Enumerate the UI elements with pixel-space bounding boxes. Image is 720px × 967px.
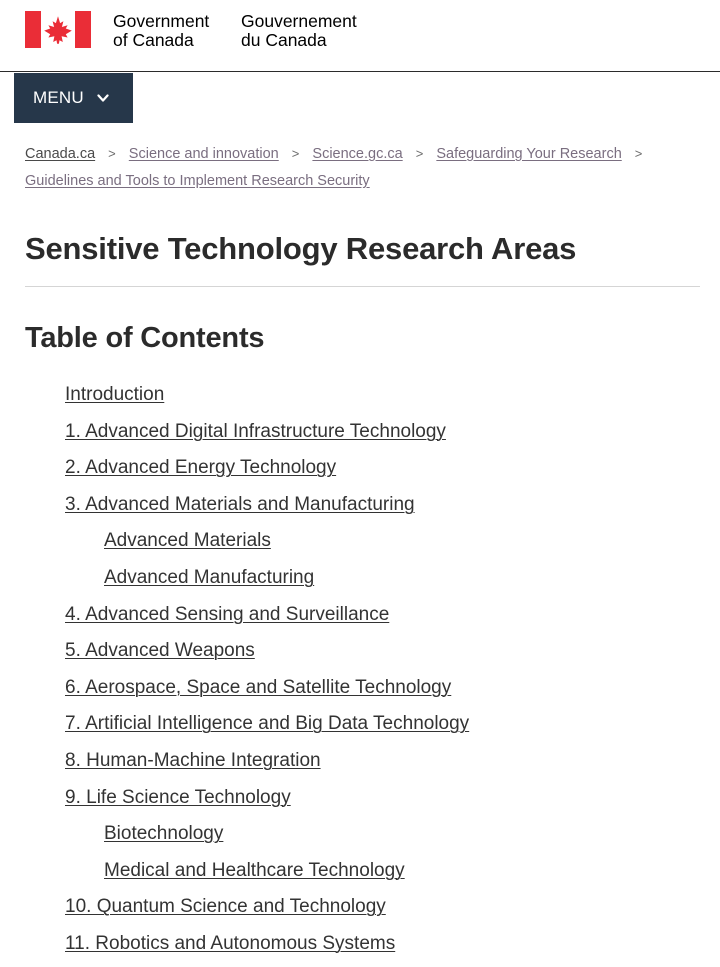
toc-link[interactable]: 1. Advanced Digital Infrastructure Techn… [65, 414, 446, 451]
list-item: 8. Human-Machine Integration [65, 743, 700, 780]
list-item: Advanced Materials [104, 523, 700, 560]
list-item: 9. Life Science Technology Biotechnology… [65, 780, 700, 890]
flag-bar-right [75, 11, 91, 48]
list-item: 5. Advanced Weapons [65, 633, 700, 670]
toc-sublink[interactable]: Advanced Materials [104, 523, 271, 560]
list-item: 2. Advanced Energy Technology [65, 450, 700, 487]
toc-link[interactable]: 7. Artificial Intelligence and Big Data … [65, 706, 469, 743]
list-item: Biotechnology [104, 816, 700, 853]
flag-bar-left [25, 11, 41, 48]
list-item: Introduction [65, 377, 700, 414]
breadcrumb-separator: > [108, 146, 116, 161]
government-wordmark: Government of Canada Gouvernement du Can… [113, 12, 401, 50]
toc-link[interactable]: 5. Advanced Weapons [65, 633, 255, 670]
wordmark-english: Government of Canada [113, 12, 241, 50]
breadcrumb-item-3[interactable]: Safeguarding Your Research [436, 146, 621, 162]
page-title: Sensitive Technology Research Areas [25, 231, 700, 288]
breadcrumb-separator: > [291, 146, 300, 161]
breadcrumb-item-0[interactable]: Canada.ca [25, 146, 95, 162]
breadcrumb: Canada.ca > Science and innovation > Sci… [0, 124, 720, 195]
brand-row: Government of Canada Gouvernement du Can… [25, 10, 401, 50]
toc-link[interactable]: 6. Aerospace, Space and Satellite Techno… [65, 670, 451, 707]
breadcrumb-separator: > [634, 146, 643, 161]
toc-link[interactable]: Introduction [65, 377, 164, 414]
table-of-contents-heading: Table of Contents [25, 322, 265, 355]
global-header: Government of Canada Gouvernement du Can… [0, 0, 720, 72]
toc-sublist: Advanced Materials Advanced Manufacturin… [65, 523, 700, 596]
table-of-contents-list: Introduction 1. Advanced Digital Infrast… [25, 377, 700, 963]
breadcrumb-item-4[interactable]: Guidelines and Tools to Implement Resear… [25, 173, 370, 189]
wordmark-fr-line2: du Canada [241, 30, 327, 50]
wordmark-fr-line1: Gouvernement [241, 11, 357, 31]
list-item: 7. Artificial Intelligence and Big Data … [65, 706, 700, 743]
toc-link[interactable]: 2. Advanced Energy Technology [65, 450, 336, 487]
toc-link[interactable]: 3. Advanced Materials and Manufacturing [65, 487, 415, 524]
list-item: 11. Robotics and Autonomous Systems [65, 926, 700, 963]
toc-sublink[interactable]: Biotechnology [104, 816, 223, 853]
menu-button-label: MENU [33, 88, 84, 107]
list-item: 4. Advanced Sensing and Surveillance [65, 597, 700, 634]
page-root: Government of Canada Gouvernement du Can… [0, 0, 720, 967]
list-item: 6. Aerospace, Space and Satellite Techno… [65, 670, 700, 707]
toc-sublink[interactable]: Advanced Manufacturing [104, 560, 314, 597]
wordmark-en-line1: Government [113, 11, 210, 31]
breadcrumb-separator: > [415, 146, 424, 161]
list-item: 3. Advanced Materials and Manufacturing … [65, 487, 700, 597]
list-item: 1. Advanced Digital Infrastructure Techn… [65, 414, 700, 451]
main-content: Sensitive Technology Research Areas Tabl… [0, 231, 720, 963]
toc-link[interactable]: 10. Quantum Science and Technology [65, 889, 386, 926]
breadcrumb-item-1[interactable]: Science and innovation [129, 146, 279, 162]
wordmark-en-line2: of Canada [113, 30, 194, 50]
menu-bar: MENU [0, 72, 720, 124]
chevron-down-icon [97, 92, 109, 104]
toc-sublink[interactable]: Medical and Healthcare Technology [104, 853, 405, 890]
canada-flag-icon [25, 11, 91, 48]
list-item: 10. Quantum Science and Technology [65, 889, 700, 926]
list-item: Advanced Manufacturing [104, 560, 700, 597]
toc-link[interactable]: 9. Life Science Technology [65, 780, 291, 817]
toc-link[interactable]: 8. Human-Machine Integration [65, 743, 321, 780]
menu-button[interactable]: MENU [14, 73, 133, 123]
wordmark-french: Gouvernement du Canada [241, 12, 401, 50]
breadcrumb-item-2[interactable]: Science.gc.ca [312, 146, 402, 162]
maple-leaf-icon [44, 15, 72, 44]
toc-sublist: Biotechnology Medical and Healthcare Tec… [65, 816, 700, 889]
list-item: Medical and Healthcare Technology [104, 853, 700, 890]
toc-link[interactable]: 4. Advanced Sensing and Surveillance [65, 597, 389, 634]
toc-link[interactable]: 11. Robotics and Autonomous Systems [65, 926, 395, 963]
